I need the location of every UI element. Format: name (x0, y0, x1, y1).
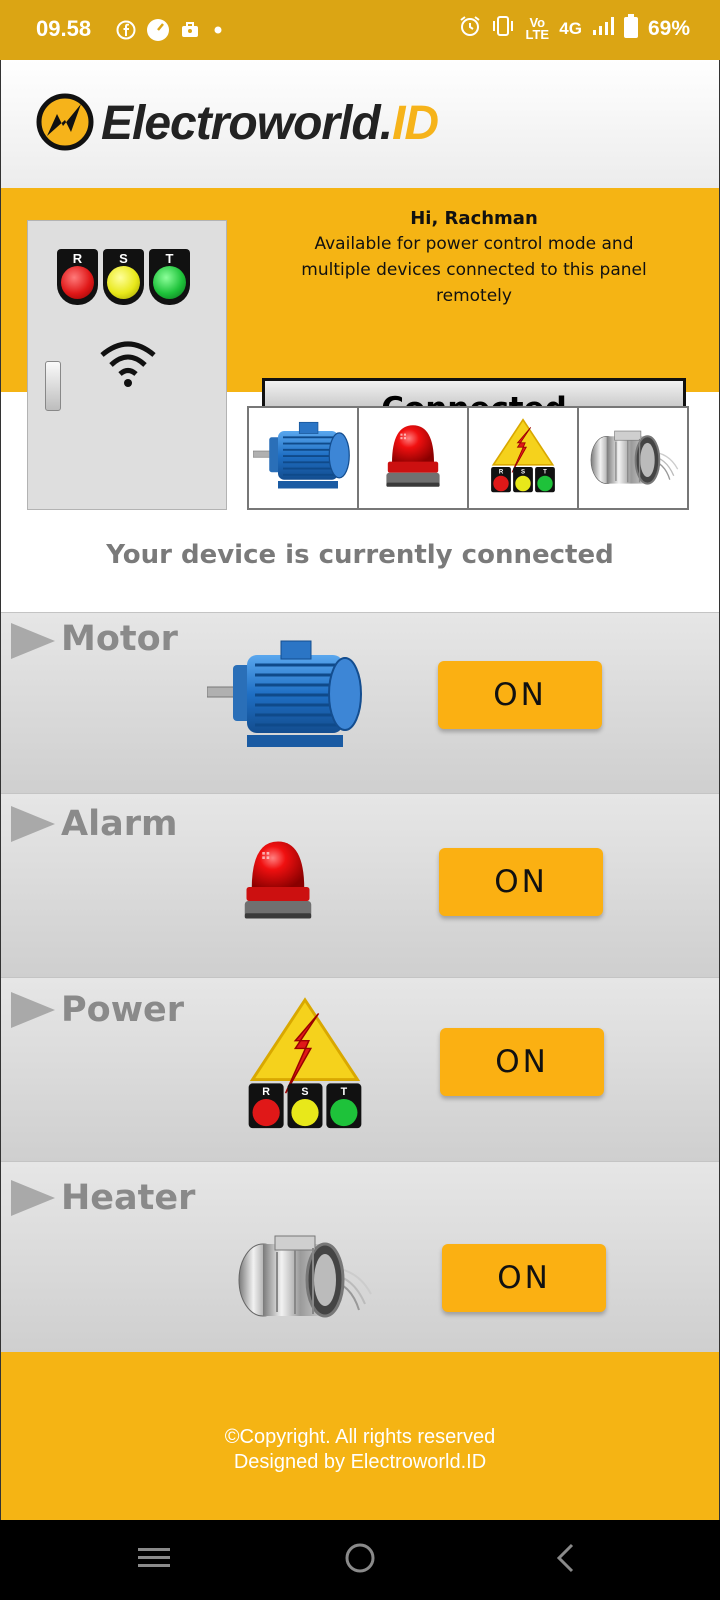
electric-motor-icon (253, 418, 353, 498)
greeting-block: Hi, Rachman Available for power control … (289, 208, 659, 309)
greeting-title: Hi, Rachman (410, 208, 538, 229)
lightning-logo-icon (35, 92, 95, 156)
band-heater-icon (233, 1224, 373, 1328)
band-heater-icon (587, 423, 679, 493)
device-row-motor: Motor ON (1, 612, 719, 793)
system-nav-bar (0, 1520, 720, 1600)
motor-on-button[interactable]: ON (438, 661, 602, 729)
device-name: Motor (61, 619, 178, 659)
wifi-icon (98, 339, 158, 393)
control-panel-illustration: R S T (27, 220, 227, 510)
panel-handle (45, 361, 61, 411)
yellow-bulb-icon (107, 266, 140, 299)
facebook-icon (116, 20, 136, 44)
device-row-power: Power ON (1, 977, 719, 1161)
device-name: Heater (61, 1178, 196, 1218)
alarm-on-button[interactable]: ON (439, 848, 603, 916)
battery-icon (623, 14, 638, 44)
red-bulb-icon (61, 266, 94, 299)
device-thumbnails (247, 406, 689, 510)
lamp-label: S (119, 251, 128, 266)
device-row-alarm: Alarm ON (1, 793, 719, 977)
siren-light-icon (243, 834, 313, 930)
high-voltage-rst-icon (246, 996, 364, 1136)
speedometer-icon (146, 18, 170, 46)
device-row-heater: Heater ON (1, 1161, 719, 1352)
dot-icon (210, 20, 226, 44)
device-name: Alarm (61, 804, 178, 844)
thumb-power[interactable] (467, 406, 579, 510)
thumb-heater[interactable] (577, 406, 689, 510)
status-time: 09.58 (36, 16, 92, 41)
battery-percent: 69% (647, 17, 690, 40)
rst-indicator-lamps: R S T (57, 249, 190, 305)
status-bar: 09.58 Vo LTE 4G 69% (0, 0, 720, 60)
thumb-motor[interactable] (247, 406, 359, 510)
brand-name: Electroworld. (101, 97, 393, 150)
alarm-clock-icon (459, 15, 481, 43)
brand-logo: Electroworld.ID (101, 96, 439, 151)
play-arrow-icon (11, 1180, 55, 1216)
electric-motor-icon (207, 635, 367, 759)
brand-suffix: ID (392, 97, 439, 150)
play-arrow-icon (11, 623, 55, 659)
high-voltage-rst-icon (490, 411, 556, 505)
notification-icons (116, 18, 226, 46)
lamp-t: T (149, 249, 190, 305)
device-name: Power (61, 990, 185, 1030)
play-arrow-icon (11, 806, 55, 842)
heater-on-button[interactable]: ON (442, 1244, 606, 1312)
app-header: Electroworld.ID (1, 60, 719, 188)
play-arrow-icon (11, 992, 55, 1028)
home-icon[interactable] (342, 1540, 378, 1580)
siren-light-icon (385, 421, 441, 495)
designer-credit: Designed by Electroworld.ID (233, 1451, 487, 1473)
thumb-alarm[interactable] (357, 406, 469, 510)
copyright-text: ©Copyright. All rights reserved (224, 1426, 496, 1448)
green-bulb-icon (153, 266, 186, 299)
network-type: 4G (559, 19, 582, 38)
power-on-button[interactable]: ON (440, 1028, 604, 1096)
connection-status-text: Your device is currently connected (106, 540, 614, 570)
footer: ©Copyright. All rights reserved Designed… (1, 1352, 719, 1520)
vibrate-icon (491, 15, 515, 43)
recent-apps-icon[interactable] (136, 1540, 172, 1580)
lamp-r: R (57, 249, 98, 305)
lamp-s: S (103, 249, 144, 305)
greeting-description: Available for power control mode and mul… (301, 234, 647, 306)
back-icon[interactable] (548, 1540, 584, 1580)
lamp-label: T (165, 251, 174, 266)
app-content: Electroworld.ID Hi, Rachman Available fo… (0, 60, 720, 1520)
volte-indicator: Vo LTE (525, 15, 550, 42)
system-icons: Vo LTE 4G 69% (459, 14, 690, 44)
signal-icon (592, 16, 614, 42)
briefcase-icon (180, 20, 200, 44)
lamp-label: R (72, 251, 83, 266)
